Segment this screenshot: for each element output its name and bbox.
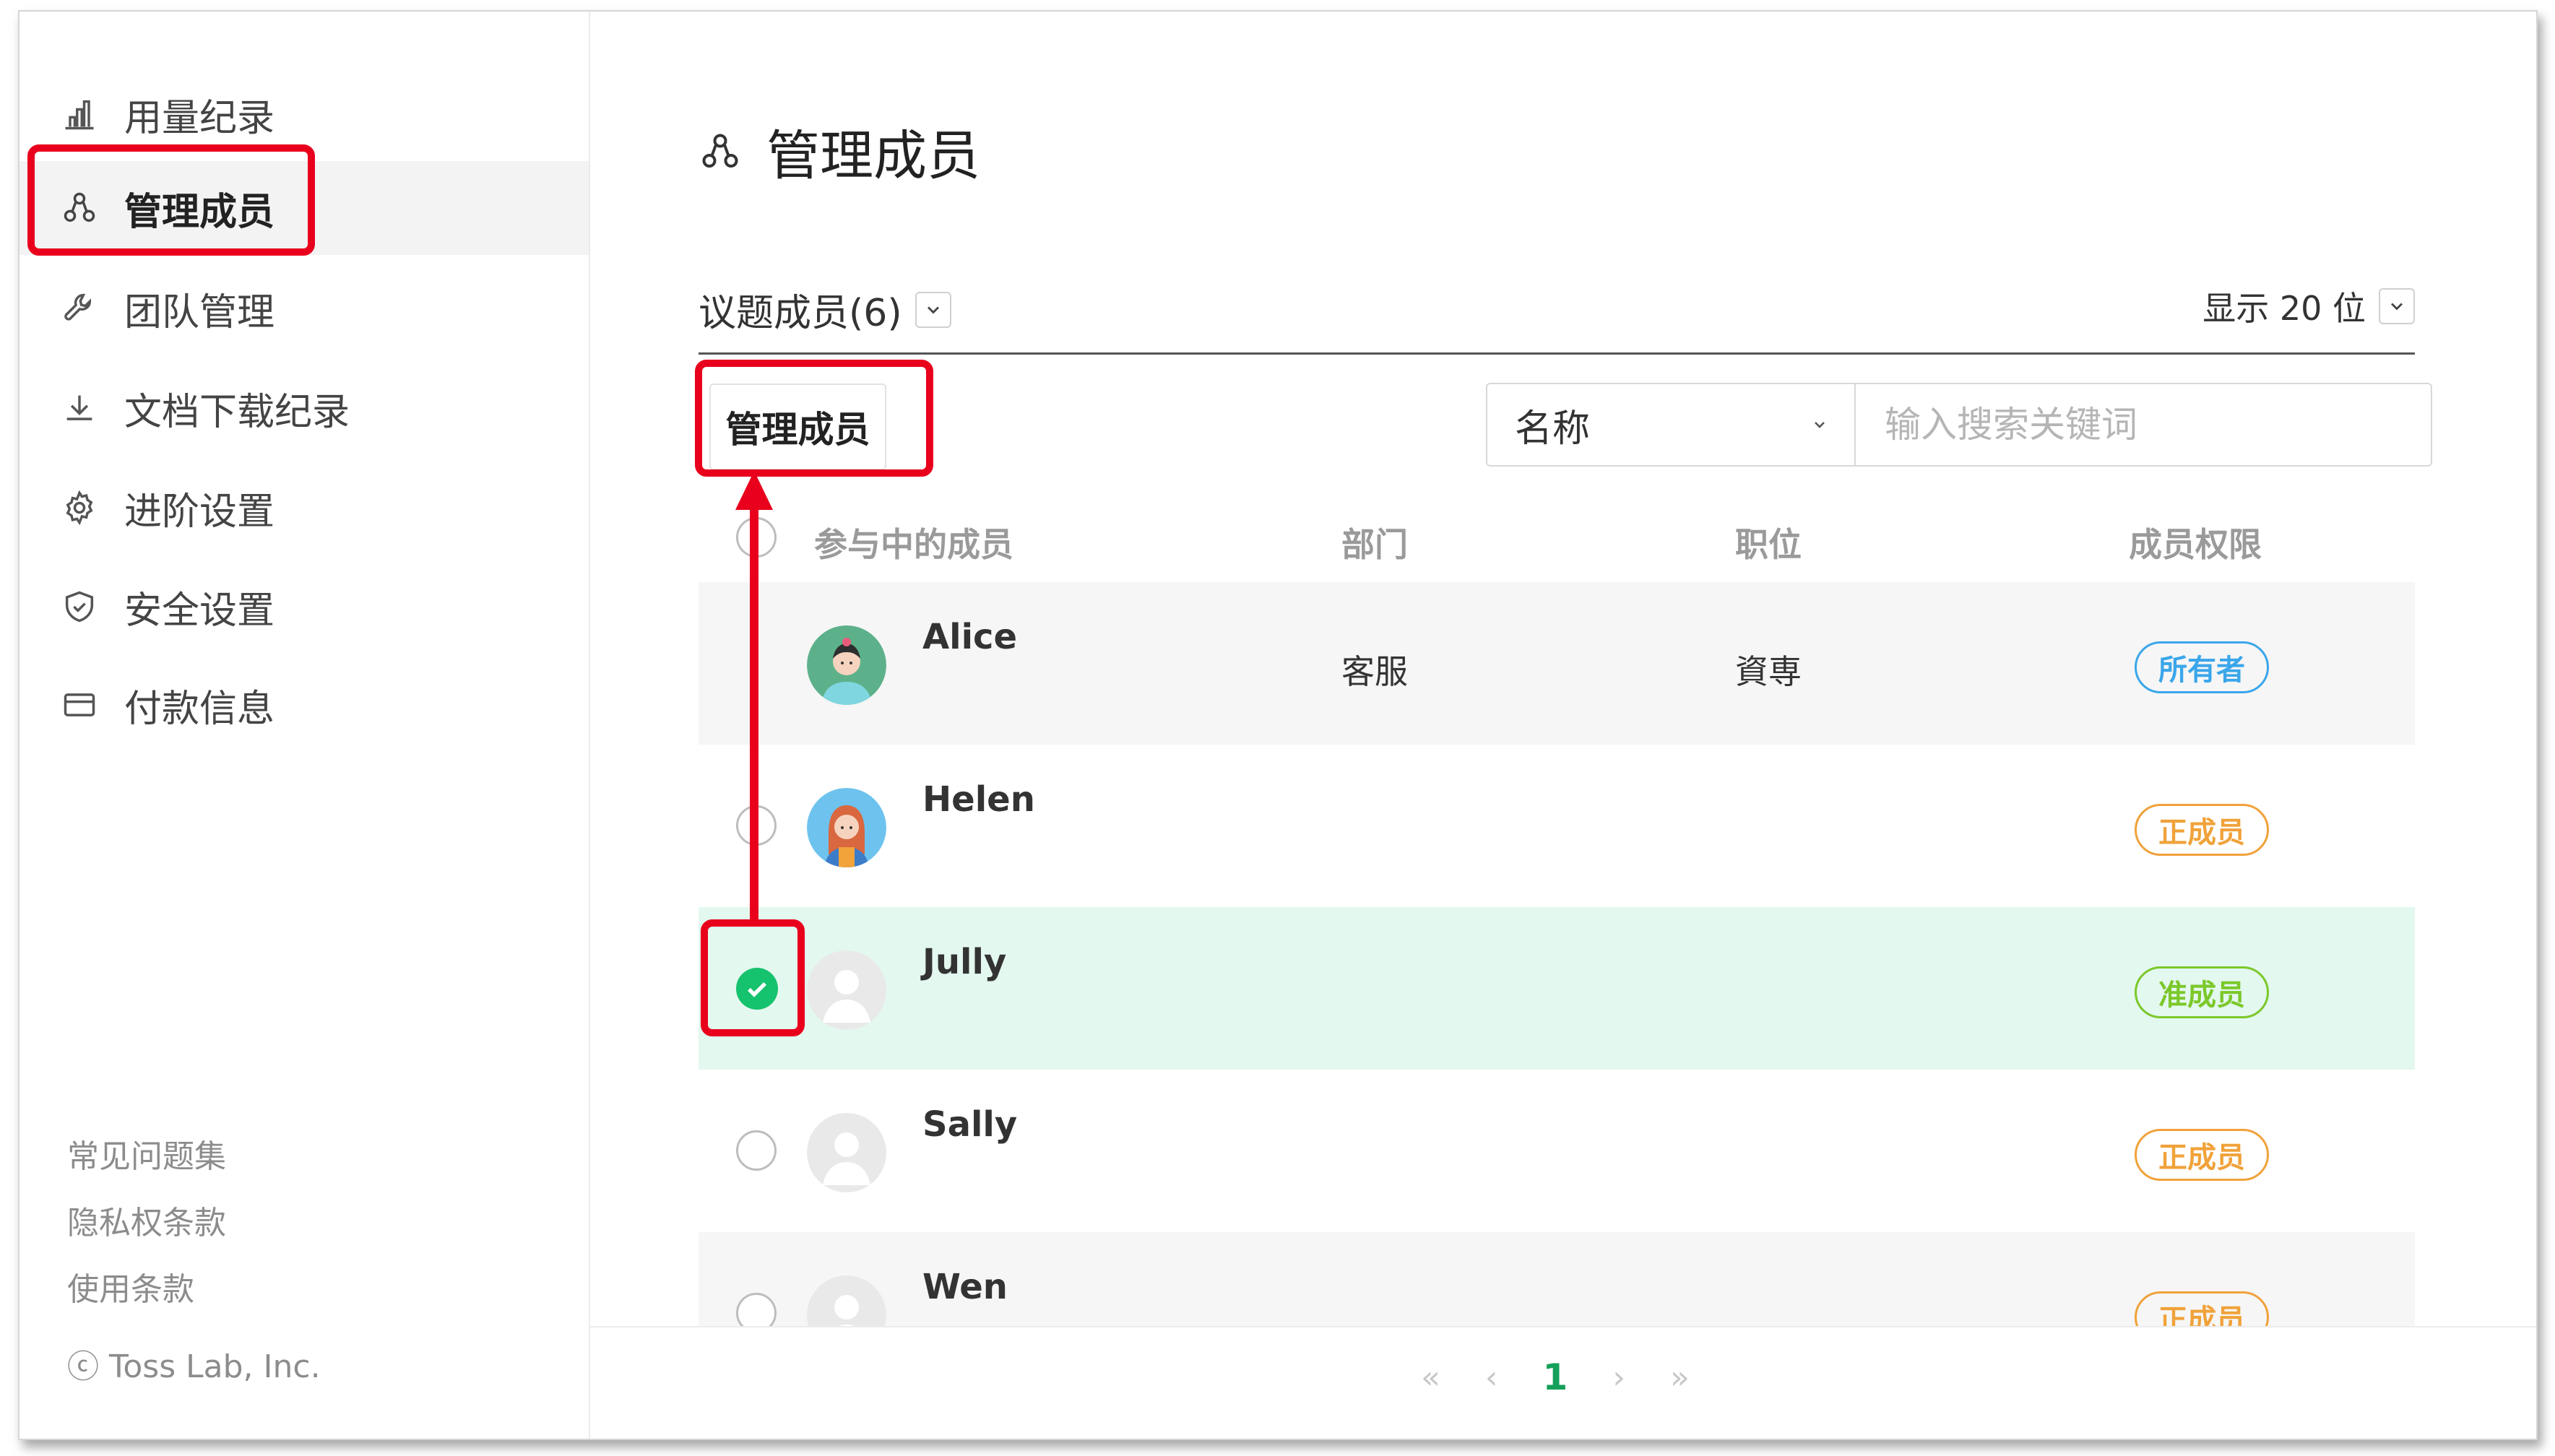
annotation-arrow bbox=[735, 471, 773, 926]
